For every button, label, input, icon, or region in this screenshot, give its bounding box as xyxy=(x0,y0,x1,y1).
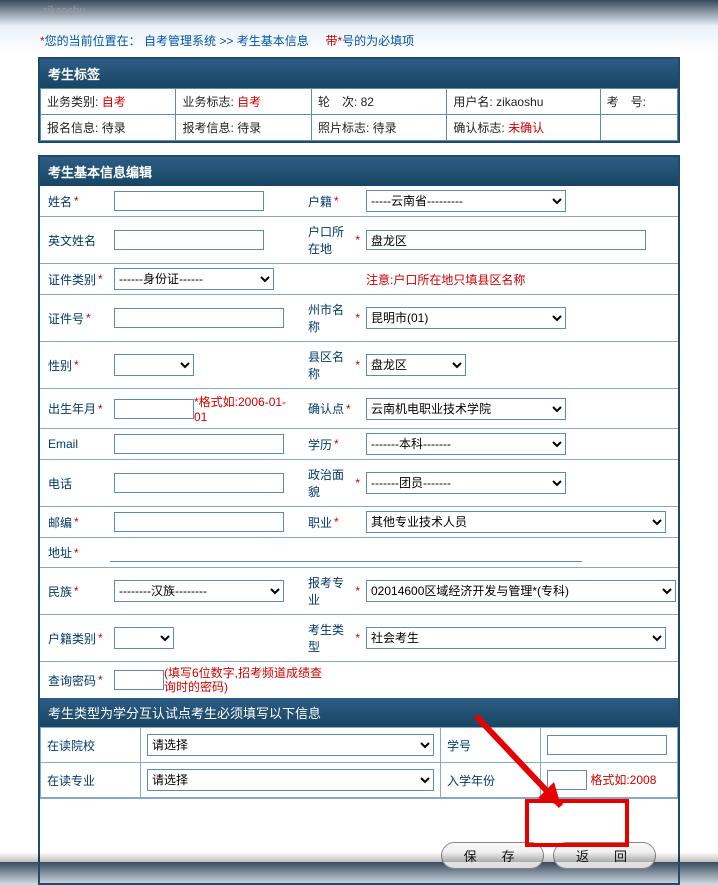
school-select[interactable]: 请选择 xyxy=(147,734,434,756)
lbl-stuid: 学号 xyxy=(441,728,541,763)
major-select[interactable]: 02014600区域经济开发与管理*(专科) xyxy=(366,580,676,602)
city-select[interactable]: 昆明市(01) xyxy=(366,307,566,329)
birth-input[interactable] xyxy=(114,399,194,419)
pwd-input[interactable] xyxy=(114,670,164,690)
breadcrumb: *您的当前位置在： 自考管理系统 >> 考生基本信息 带*号的为必填项 xyxy=(38,32,680,49)
year-hint: 格式如:2008 xyxy=(590,773,656,787)
lbl-school: 在读院校 xyxy=(41,728,141,763)
tag-photo: 照片标志: 待录 xyxy=(311,115,446,141)
tag-round: 轮 次: 82 xyxy=(311,89,446,115)
panel-sub-title: 考生类型为学分互认试点考生必须填写以下信息 xyxy=(40,698,678,727)
tag-bizcat: 业务类别: 自考 xyxy=(41,89,176,115)
lbl-pwd: 查询密码* xyxy=(40,662,108,698)
tel-input[interactable] xyxy=(114,473,284,493)
lbl-city: 州市名称* xyxy=(304,295,364,341)
lbl-nation: 民族* xyxy=(40,568,108,614)
lbl-job: 职业* xyxy=(304,507,364,537)
crumb-page[interactable]: 考生基本信息 xyxy=(237,34,309,48)
lbl-tel: 电话 xyxy=(40,460,108,506)
stuid-input[interactable] xyxy=(547,735,667,755)
lbl-edu: 学历* xyxy=(304,429,364,459)
birth-hint: *格式如:2006-01-01 xyxy=(194,393,298,424)
panel-tags-title: 考生标签 xyxy=(40,59,678,88)
top-user-text: zikaoshu、 xyxy=(0,0,718,18)
county-select[interactable]: 盘龙区 xyxy=(366,354,466,376)
lbl-county: 县区名称* xyxy=(304,342,364,388)
lbl-post: 邮编* xyxy=(40,507,108,537)
huji-select[interactable]: -----云南省--------- xyxy=(366,190,566,212)
panel-edit: 考生基本信息编辑 姓名* 户籍* -----云南省--------- 英文姓名 … xyxy=(38,155,680,885)
lbl-year: 入学年份 xyxy=(441,763,541,798)
lbl-pol: 政治面貌* xyxy=(304,460,364,506)
idno-input[interactable] xyxy=(114,308,284,328)
confirm-select[interactable]: 云南机电职业技术学院 xyxy=(366,398,566,420)
tag-examno: 考 号: xyxy=(600,89,677,115)
panel-edit-title: 考生基本信息编辑 xyxy=(40,157,678,186)
tag-apply: 报考信息: 待录 xyxy=(176,115,311,141)
lbl-hukou: 户口所在地* xyxy=(304,217,364,263)
lbl-kstype: 考生类型* xyxy=(304,615,364,661)
email-input[interactable] xyxy=(114,434,284,454)
enname-input[interactable] xyxy=(114,230,264,250)
edu-select[interactable]: -------本科------- xyxy=(366,433,566,455)
lbl-sex: 性别* xyxy=(40,342,108,388)
lbl-hujilb: 户籍类别* xyxy=(40,615,108,661)
tag-confirm: 确认标志: 未确认 xyxy=(447,115,600,141)
panel-tags: 考生标签 业务类别: 自考 业务标志: 自考 轮 次: 82 用户名: zika… xyxy=(38,57,680,143)
crumb-sys[interactable]: 自考管理系统 xyxy=(144,34,216,48)
lbl-idno: 证件号* xyxy=(40,295,108,341)
tag-user: 用户名: zikaoshu xyxy=(447,89,600,115)
lbl-major: 报考专业* xyxy=(304,568,364,614)
lbl-enname: 英文姓名 xyxy=(40,217,108,263)
kstype-select[interactable]: 社会考生 xyxy=(366,627,666,649)
year-input[interactable] xyxy=(547,770,587,790)
hujilb-select[interactable] xyxy=(114,627,174,649)
lbl-email: Email xyxy=(40,429,108,459)
hukou-input[interactable] xyxy=(366,230,646,250)
name-input[interactable] xyxy=(114,191,264,211)
sex-select[interactable] xyxy=(114,354,194,376)
lbl-confirm: 确认点* xyxy=(304,389,364,428)
post-input[interactable] xyxy=(114,512,284,532)
tag-signup: 报名信息: 待录 xyxy=(41,115,176,141)
window-shadow xyxy=(0,852,718,862)
pwd-hint: (填写6位数字,招考频道成绩查询时的密码) xyxy=(164,666,324,694)
submajor-select[interactable]: 请选择 xyxy=(147,769,434,791)
hukou-hint: 注意:户口所在地只填县区名称 xyxy=(366,271,525,288)
lbl-huji: 户籍* xyxy=(304,186,364,216)
tag-bizflag: 业务标志: 自考 xyxy=(176,89,311,115)
addr-input[interactable] xyxy=(110,544,582,562)
lbl-idtype: 证件类别* xyxy=(40,264,108,294)
lbl-birth: 出生年月* xyxy=(40,389,108,428)
job-select[interactable]: 其他专业技术人员 xyxy=(366,511,666,533)
lbl-addr: 地址* xyxy=(40,538,108,567)
nation-select[interactable]: --------汉族-------- xyxy=(114,580,284,602)
lbl-name: 姓名* xyxy=(40,186,108,216)
lbl-submajor: 在读专业 xyxy=(41,763,141,798)
idtype-select[interactable]: ------身份证------ xyxy=(114,268,274,290)
pol-select[interactable]: -------团员------- xyxy=(366,472,566,494)
